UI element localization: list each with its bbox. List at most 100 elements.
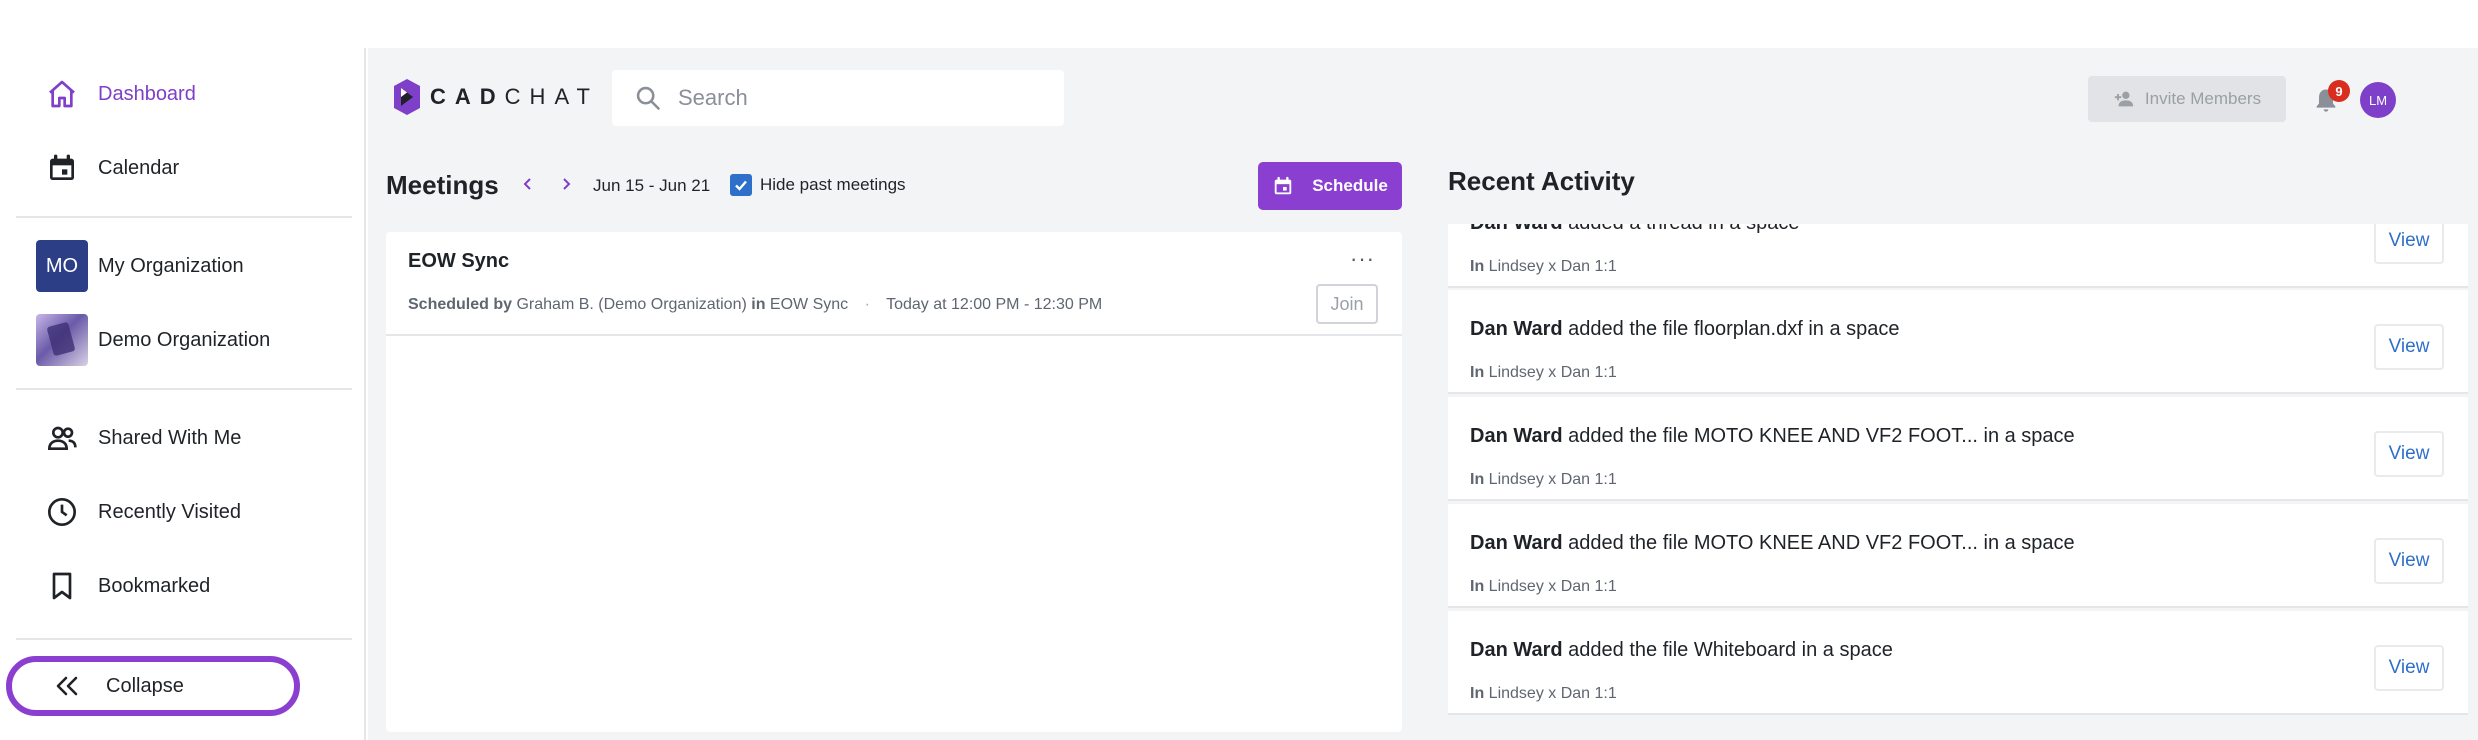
- more-options-icon[interactable]: ···: [1350, 246, 1375, 272]
- calendar-icon: [1274, 176, 1292, 195]
- activity-location: In Lindsey x Dan 1:1: [1470, 364, 1617, 382]
- activity-item: Dan Ward added the file floorplan.dxf in…: [1448, 290, 2468, 394]
- in-prefix: In: [1470, 258, 1485, 275]
- sidebar-item-label: Demo Organization: [98, 328, 271, 351]
- activity-actor: Dan Ward: [1470, 318, 1563, 340]
- scheduled-by: Graham B. (Demo Organization): [516, 296, 747, 313]
- search-icon: [636, 86, 660, 110]
- sidebar-item-demo-organization[interactable]: Demo Organization: [36, 310, 346, 370]
- date-range: Jun 15 - Jun 21: [593, 176, 711, 195]
- activity-actor: Dan Ward: [1470, 532, 1563, 554]
- activity-space: Lindsey x Dan 1:1: [1488, 258, 1617, 275]
- add-person-icon: [2114, 91, 2134, 107]
- view-button[interactable]: View: [2374, 431, 2444, 477]
- invite-members-label: Invite Members: [2144, 89, 2262, 108]
- meeting-space: EOW Sync: [769, 296, 849, 313]
- activity-space: Lindsey x Dan 1:1: [1488, 578, 1617, 595]
- activity-item: Dan Ward added the file Whiteboard in a …: [1448, 611, 2468, 715]
- scheduled-by-prefix: Scheduled by: [408, 296, 513, 313]
- chevrons-left-icon: [54, 675, 94, 697]
- check-icon: [735, 180, 747, 191]
- schedule-button[interactable]: Schedule: [1258, 162, 1402, 210]
- activity-text: Dan Ward added the file MOTO KNEE AND VF…: [1470, 425, 2075, 448]
- in-prefix: in: [751, 296, 766, 313]
- activity-location: In Lindsey x Dan 1:1: [1470, 258, 1617, 276]
- meeting-name: EOW Sync: [408, 250, 510, 272]
- sidebar-item-label: Recently Visited: [98, 500, 242, 523]
- in-prefix: In: [1470, 578, 1485, 595]
- previous-week-button[interactable]: [516, 172, 540, 196]
- sidebar-item-label: Shared With Me: [98, 426, 242, 449]
- sidebar-item-my-organization[interactable]: MO My Organization: [36, 236, 346, 296]
- activity-text: Dan Ward added a thread in a space: [1470, 224, 1799, 235]
- activity-description: added the file Whiteboard in a space: [1568, 639, 1893, 661]
- hide-past-checkbox[interactable]: [730, 174, 752, 196]
- sidebar: Dashboard Calendar MO My Organization De…: [0, 48, 366, 740]
- activity-space: Lindsey x Dan 1:1: [1488, 364, 1617, 381]
- cadchat-logo[interactable]: CADCHAT: [392, 78, 599, 116]
- calendar-icon: [36, 142, 88, 194]
- activity-text: Dan Ward added the file Whiteboard in a …: [1470, 639, 1893, 662]
- logo-text-bold: CAD: [430, 84, 505, 109]
- activity-location: In Lindsey x Dan 1:1: [1470, 685, 1617, 703]
- in-prefix: In: [1470, 685, 1485, 702]
- search-input[interactable]: [678, 85, 1038, 111]
- view-button[interactable]: View: [2374, 224, 2444, 264]
- separator-dot: ·: [864, 296, 870, 313]
- next-week-button[interactable]: [554, 172, 578, 196]
- in-prefix: In: [1470, 471, 1485, 488]
- people-icon: [36, 412, 88, 464]
- activity-text: Dan Ward added the file floorplan.dxf in…: [1470, 318, 1900, 341]
- view-button[interactable]: View: [2374, 324, 2444, 370]
- logo-icon: [394, 79, 420, 115]
- meeting-time: Today at 12:00 PM - 12:30 PM: [886, 296, 1103, 313]
- sidebar-item-calendar[interactable]: Calendar: [36, 138, 346, 198]
- activity-item: Dan Ward added the file MOTO KNEE AND VF…: [1448, 397, 2468, 501]
- sidebar-item-label: Dashboard: [98, 82, 196, 105]
- view-button[interactable]: View: [2374, 538, 2444, 584]
- in-prefix: In: [1470, 364, 1485, 381]
- hide-past-meetings-toggle[interactable]: Hide past meetings: [730, 174, 906, 196]
- activity-actor: Dan Ward: [1470, 425, 1563, 447]
- invite-members-button[interactable]: Invite Members: [2088, 76, 2286, 122]
- sidebar-item-shared-with-me[interactable]: Shared With Me: [36, 408, 346, 468]
- sidebar-item-bookmarked[interactable]: Bookmarked: [36, 556, 346, 616]
- sidebar-divider: [16, 216, 352, 218]
- sidebar-item-label: My Organization: [98, 254, 244, 277]
- activity-space: Lindsey x Dan 1:1: [1488, 471, 1617, 488]
- sidebar-item-recently-visited[interactable]: Recently Visited: [36, 482, 346, 542]
- activity-actor: Dan Ward: [1470, 224, 1563, 234]
- org-avatar: MO: [36, 240, 88, 292]
- bookmark-icon: [36, 560, 88, 612]
- meeting-card[interactable]: EOW Sync ··· Scheduled by Graham B. (Dem…: [386, 232, 1402, 336]
- sidebar-item-label: Calendar: [98, 156, 180, 179]
- activity-description: added the file floorplan.dxf in a space: [1568, 318, 1900, 340]
- join-button[interactable]: Join: [1316, 284, 1378, 324]
- sidebar-item-label: Bookmarked: [98, 574, 211, 597]
- collapse-label: Collapse: [106, 674, 184, 697]
- collapse-button[interactable]: Collapse: [6, 656, 300, 716]
- hide-past-label: Hide past meetings: [760, 175, 906, 194]
- logo-text-light: CHAT: [504, 84, 599, 109]
- org-avatar: [36, 314, 88, 366]
- activity-text: Dan Ward added the file MOTO KNEE AND VF…: [1470, 532, 2075, 555]
- sidebar-divider: [16, 638, 352, 640]
- activity-space: Lindsey x Dan 1:1: [1488, 685, 1617, 702]
- view-button[interactable]: View: [2374, 645, 2444, 691]
- meetings-panel: EOW Sync ··· Scheduled by Graham B. (Dem…: [386, 232, 1402, 732]
- user-avatar[interactable]: LM: [2360, 82, 2396, 118]
- meetings-title: Meetings: [386, 170, 499, 200]
- activity-description: added the file MOTO KNEE AND VF2 FOOT...…: [1568, 425, 2075, 447]
- activity-item: Dan Ward added a thread in a space In Li…: [1448, 224, 2468, 288]
- chevron-left-icon: [523, 178, 531, 190]
- sidebar-divider: [16, 388, 352, 390]
- main-area: CADCHAT Invite Members 9 LM Meetings Jun…: [368, 48, 2478, 740]
- chevron-right-icon: [563, 178, 571, 190]
- recent-activity-title: Recent Activity: [1448, 166, 1635, 196]
- activity-item: Dan Ward added the file MOTO KNEE AND VF…: [1448, 504, 2468, 608]
- recent-activity-list: Dan Ward added a thread in a space In Li…: [1448, 224, 2468, 732]
- sidebar-item-dashboard[interactable]: Dashboard: [36, 64, 346, 124]
- search-box[interactable]: [612, 70, 1064, 126]
- activity-location: In Lindsey x Dan 1:1: [1470, 578, 1617, 596]
- schedule-label: Schedule: [1312, 176, 1388, 195]
